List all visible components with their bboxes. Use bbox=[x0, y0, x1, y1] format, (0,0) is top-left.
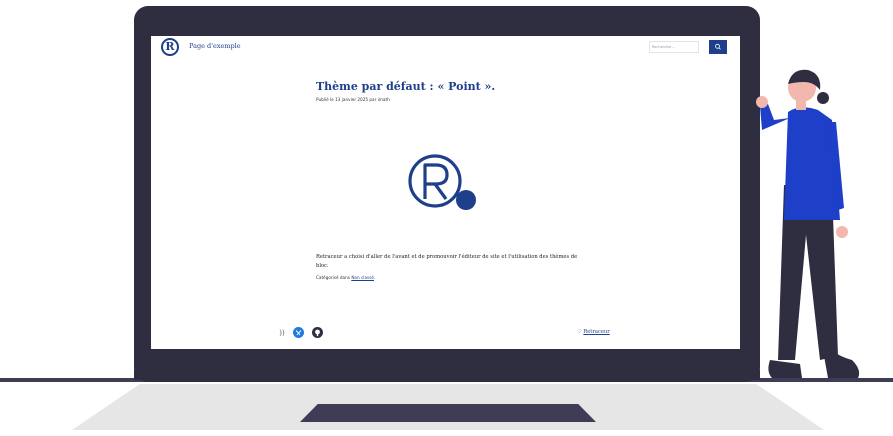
search-input[interactable]: Rechercher… bbox=[649, 41, 699, 53]
person-illustration bbox=[756, 69, 860, 378]
laptop-ledge bbox=[134, 370, 760, 380]
bluesky-icon[interactable] bbox=[293, 327, 304, 338]
search-icon bbox=[715, 43, 721, 50]
post-body: Retraceur a choisi d'aller de l'avant et… bbox=[316, 254, 578, 269]
category-link[interactable]: Non classé bbox=[351, 275, 374, 280]
laptop-hinge bbox=[300, 404, 596, 422]
laptop-screen: R Page d'exemple Rechercher… Thème par d… bbox=[151, 36, 740, 349]
categories-label: Catégorisé dans bbox=[316, 275, 350, 280]
post-categories: Catégorisé dans Non classé. bbox=[316, 275, 375, 280]
footer-credit: ♡ Retraceur bbox=[577, 329, 610, 335]
post-meta: Publié le 13 janvier 2025 par imath bbox=[316, 97, 390, 102]
rss-glyph: )) bbox=[279, 329, 285, 337]
github-icon[interactable] bbox=[312, 327, 323, 338]
site-title[interactable]: Page d'exemple bbox=[189, 42, 241, 50]
search-button[interactable] bbox=[709, 40, 727, 54]
heart-icon: ♡ bbox=[577, 329, 582, 335]
post-title[interactable]: Thème par défaut : « Point ». bbox=[316, 80, 495, 93]
featured-logo-icon bbox=[408, 154, 476, 210]
site-logo-icon[interactable]: R bbox=[161, 38, 179, 56]
rss-icon[interactable]: )) bbox=[277, 328, 287, 338]
credit-link[interactable]: Retraceur bbox=[583, 329, 609, 335]
categories-suffix: . bbox=[373, 275, 376, 280]
